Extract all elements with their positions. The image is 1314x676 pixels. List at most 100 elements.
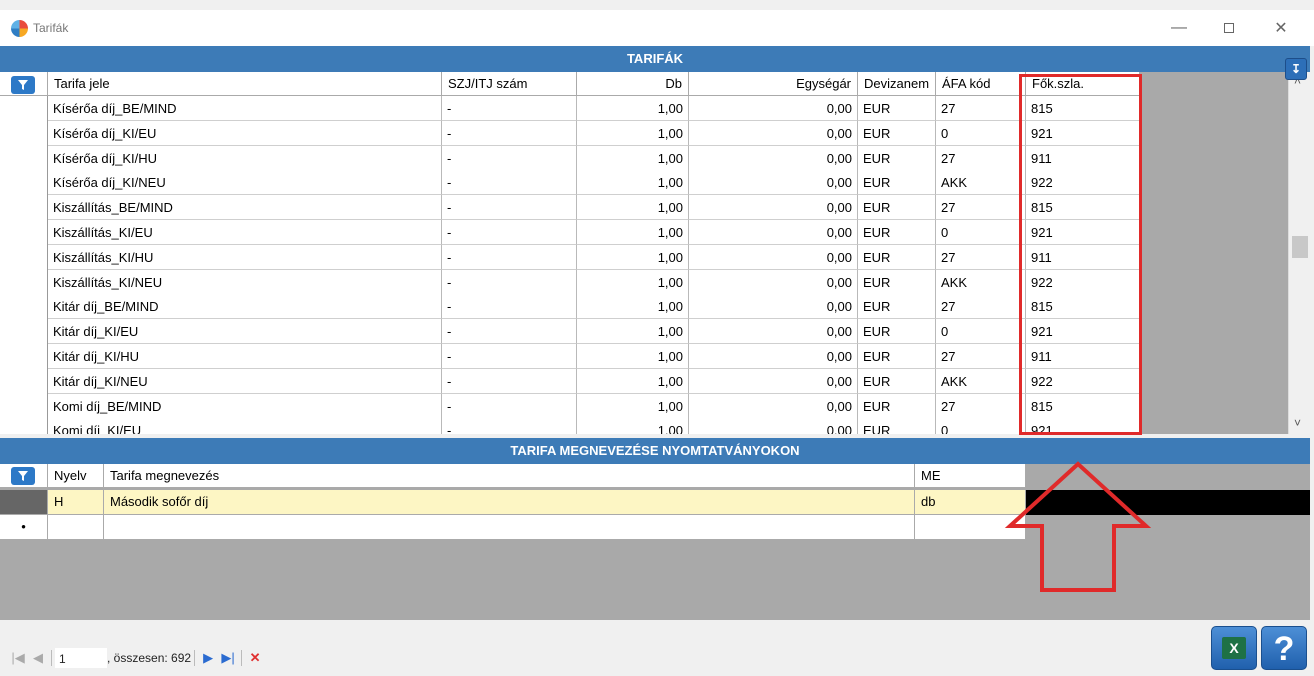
cell-devizanem[interactable]: EUR (858, 120, 936, 146)
table-row[interactable]: Kiszállítás_KI/EU -1,00 0,00 EUR 0 921 (48, 220, 1140, 245)
new-row-marker[interactable]: • (0, 515, 48, 540)
col-header-egysegar[interactable]: Egységár (689, 72, 858, 96)
cell-devizanem[interactable]: EUR (858, 220, 936, 245)
table-row[interactable]: Kiszállítás_KI/HU -1,00 0,00 EUR 27 911 (48, 244, 1140, 270)
cell-szj-itj[interactable]: - (442, 195, 577, 221)
minimize-button[interactable]: — (1156, 10, 1202, 46)
cell-tarifa-jele[interactable]: Kitár díj_KI/NEU (48, 368, 442, 394)
cell-fok-szla[interactable]: 922 (1026, 368, 1140, 394)
cell-tarifa-jele[interactable]: Komi díj_BE/MIND (48, 393, 442, 419)
cell-tarifa-jele[interactable]: Kísérőa díj_KI/HU (48, 145, 442, 171)
cell-devizanem[interactable]: EUR (858, 344, 936, 369)
cell-tarifa-jele[interactable]: Kiszállítás_KI/NEU (48, 269, 442, 295)
cell-fok-szla[interactable]: 815 (1026, 393, 1140, 419)
cell-db[interactable]: 1,00 (577, 418, 689, 434)
cell-fok-szla[interactable]: 922 (1026, 269, 1140, 295)
last-record-icon[interactable]: ▶| (218, 648, 238, 668)
cell-db[interactable]: 1,00 (577, 393, 689, 419)
col-header-afa-kod[interactable]: ÁFA kód (936, 72, 1026, 96)
cell-egysegar[interactable]: 0,00 (689, 170, 858, 196)
cell-devizanem[interactable]: EUR (858, 294, 936, 320)
cell-afa-kod[interactable]: 0 (936, 220, 1026, 245)
filter-button[interactable] (11, 76, 35, 94)
cell-afa-kod[interactable]: 27 (936, 145, 1026, 171)
cell-db[interactable]: 1,00 (577, 368, 689, 394)
cell-szj-itj[interactable]: - (442, 368, 577, 394)
table-row[interactable]: Kiszállítás_KI/NEU -1,00 0,00 EUR AKK 922 (48, 269, 1140, 295)
cell-fok-szla[interactable]: 815 (1026, 195, 1140, 221)
cell-tarifa-jele[interactable]: Kísérőa díj_KI/NEU (48, 170, 442, 196)
table-row[interactable]: Kísérőa díj_KI/HU -1,00 0,00 EUR 27 911 (48, 145, 1140, 171)
cell-afa-kod[interactable]: 0 (936, 418, 1026, 434)
expand-down-button[interactable]: ↧ (1285, 58, 1307, 80)
cell-egysegar[interactable]: 0,00 (689, 269, 858, 295)
cell-afa-kod[interactable]: 27 (936, 344, 1026, 369)
col-header-devizanem[interactable]: Devizanem (858, 72, 936, 96)
table-row[interactable]: Kísérőa díj_KI/NEU -1,00 0,00 EUR AKK 922 (48, 170, 1140, 196)
cell-egysegar[interactable]: 0,00 (689, 368, 858, 394)
cell-szj-itj[interactable]: - (442, 393, 577, 419)
new-cell-nyelv[interactable] (48, 515, 104, 540)
cell-egysegar[interactable]: 0,00 (689, 220, 858, 245)
cell-szj-itj[interactable]: - (442, 96, 577, 121)
cell-afa-kod[interactable]: 0 (936, 120, 1026, 146)
table-row[interactable]: Komi díj_BE/MIND -1,00 0,00 EUR 27 815 (48, 393, 1140, 419)
new-cell-me[interactable] (915, 515, 1026, 540)
col-header-me[interactable]: ME (915, 464, 1026, 488)
cell-afa-kod[interactable]: 27 (936, 195, 1026, 221)
table-row[interactable]: Komi díj_KI/EU -1,00 0,00 EUR 0 921 (48, 418, 1140, 434)
cell-szj-itj[interactable]: - (442, 220, 577, 245)
cell-devizanem[interactable]: EUR (858, 269, 936, 295)
cell-tarifa-jele[interactable]: Kitár díj_BE/MIND (48, 294, 442, 320)
current-record-input[interactable]: 1 (55, 648, 107, 668)
cell-db[interactable]: 1,00 (577, 170, 689, 196)
cell-egysegar[interactable]: 0,00 (689, 195, 858, 221)
cell-egysegar[interactable]: 0,00 (689, 393, 858, 419)
cell-db[interactable]: 1,00 (577, 220, 689, 245)
table-row[interactable]: Kitár díj_KI/HU -1,00 0,00 EUR 27 911 (48, 344, 1140, 369)
cell-db[interactable]: 1,00 (577, 120, 689, 146)
cell-fok-szla[interactable]: 921 (1026, 120, 1140, 146)
cell-devizanem[interactable]: EUR (858, 195, 936, 221)
cell-szj-itj[interactable]: - (442, 344, 577, 369)
cell-me[interactable]: db (915, 490, 1026, 515)
cell-fok-szla[interactable]: 921 (1026, 220, 1140, 245)
cell-devizanem[interactable]: EUR (858, 319, 936, 345)
cell-szj-itj[interactable]: - (442, 294, 577, 320)
cell-db[interactable]: 1,00 (577, 96, 689, 121)
col-header-szj-itj[interactable]: SZJ/ITJ szám (442, 72, 577, 96)
scroll-down-icon[interactable]: ˅ (1294, 416, 1301, 430)
cell-tarifa-jele[interactable]: Kitár díj_KI/HU (48, 344, 442, 369)
cell-fok-szla[interactable]: 911 (1026, 244, 1140, 270)
cell-devizanem[interactable]: EUR (858, 96, 936, 121)
cell-szj-itj[interactable]: - (442, 170, 577, 196)
new-cell-tarifa-megnevezes[interactable] (104, 515, 915, 540)
cell-tarifa-jele[interactable]: Kiszállítás_KI/EU (48, 220, 442, 245)
cell-db[interactable]: 1,00 (577, 319, 689, 345)
table-row[interactable]: Kitár díj_KI/NEU -1,00 0,00 EUR AKK 922 (48, 368, 1140, 394)
table-row[interactable]: Kitár díj_BE/MIND -1,00 0,00 EUR 27 815 (48, 294, 1140, 320)
table-row[interactable]: Kísérőa díj_KI/EU -1,00 0,00 EUR 0 921 (48, 120, 1140, 146)
close-button[interactable]: ✕ (1258, 10, 1304, 46)
cell-egysegar[interactable]: 0,00 (689, 120, 858, 146)
cell-tarifa-jele[interactable]: Kiszállítás_BE/MIND (48, 195, 442, 221)
cell-db[interactable]: 1,00 (577, 344, 689, 369)
cell-afa-kod[interactable]: 27 (936, 244, 1026, 270)
cell-fok-szla[interactable]: 921 (1026, 418, 1140, 434)
cell-afa-kod[interactable]: 27 (936, 393, 1026, 419)
cell-afa-kod[interactable]: 27 (936, 294, 1026, 320)
cell-db[interactable]: 1,00 (577, 294, 689, 320)
cell-egysegar[interactable]: 0,00 (689, 294, 858, 320)
cell-devizanem[interactable]: EUR (858, 170, 936, 196)
table-row[interactable]: Kísérőa díj_BE/MIND -1,00 0,00 EUR 27 815 (48, 96, 1140, 121)
cell-fok-szla[interactable]: 921 (1026, 319, 1140, 345)
col-header-tarifa-megnevezes[interactable]: Tarifa megnevezés (104, 464, 915, 488)
cell-devizanem[interactable]: EUR (858, 145, 936, 171)
row-selector-current[interactable] (0, 490, 48, 515)
cell-egysegar[interactable]: 0,00 (689, 244, 858, 270)
cell-egysegar[interactable]: 0,00 (689, 96, 858, 121)
cell-szj-itj[interactable]: - (442, 319, 577, 345)
cell-devizanem[interactable]: EUR (858, 393, 936, 419)
table-row[interactable]: Kiszállítás_BE/MIND -1,00 0,00 EUR 27 815 (48, 195, 1140, 221)
cell-db[interactable]: 1,00 (577, 195, 689, 221)
